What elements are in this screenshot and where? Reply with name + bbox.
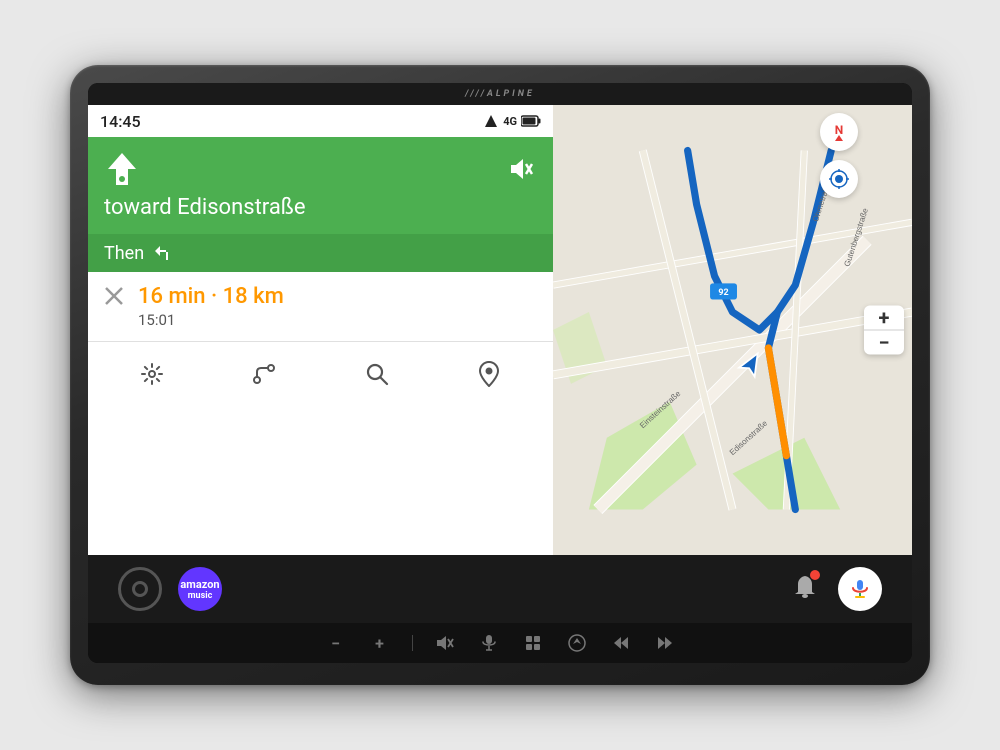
battery-icon xyxy=(521,115,541,127)
next-track-button[interactable] xyxy=(653,636,677,650)
android-left: amazon music xyxy=(118,567,222,611)
up-arrow-icon xyxy=(106,151,138,187)
music-label: music xyxy=(188,591,213,601)
clock: 14:45 xyxy=(100,112,141,131)
cancel-icon xyxy=(104,286,124,306)
amazon-music-button[interactable]: amazon music xyxy=(178,567,222,611)
amazon-icon: amazon xyxy=(180,578,219,591)
pin-icon xyxy=(478,361,500,387)
eta-row: 16 min · 18 km 15:01 xyxy=(88,272,553,341)
turn-left-icon xyxy=(154,242,180,264)
route-icon xyxy=(252,362,276,386)
zoom-controls: + − xyxy=(864,306,904,355)
map-background: 92 Ohmetraße Gut xyxy=(553,105,912,555)
vol-up-button[interactable]: + xyxy=(368,634,392,653)
locate-button[interactable] xyxy=(820,160,858,198)
alpine-logo: ////ALPINE xyxy=(465,89,535,99)
grid-button[interactable] xyxy=(521,635,545,651)
main-screen: 14:45 4G xyxy=(88,105,912,623)
north-button[interactable]: N xyxy=(820,113,858,151)
mute-icon xyxy=(509,158,533,180)
physical-bar: − + xyxy=(88,623,912,663)
4g-icon: 4G xyxy=(503,115,517,128)
location-button[interactable] xyxy=(467,352,511,396)
search-icon xyxy=(365,362,389,386)
map-svg: 92 Ohmetraße Gut xyxy=(553,105,912,555)
google-assistant-button[interactable] xyxy=(838,567,882,611)
direction-arrow xyxy=(104,151,140,187)
nav-card-top xyxy=(104,151,537,187)
arrival-time: 15:01 xyxy=(138,311,537,329)
status-icons: 4G xyxy=(483,114,541,128)
zoom-in-button[interactable]: + xyxy=(864,306,904,330)
then-label: Then xyxy=(104,243,144,264)
map-area: 92 Ohmetraße Gut xyxy=(553,105,912,555)
location-icon xyxy=(828,168,850,190)
top-bar: ////ALPINE xyxy=(88,83,912,105)
notifications-button[interactable] xyxy=(792,572,818,607)
next-icon xyxy=(656,636,674,650)
search-button[interactable] xyxy=(355,352,399,396)
north-label: N xyxy=(835,123,843,141)
nav-area: 14:45 4G xyxy=(88,105,912,555)
settings-icon xyxy=(140,362,164,386)
nav-header: 14:45 4G xyxy=(88,105,553,137)
eta-info: 16 min · 18 km 15:01 xyxy=(138,284,537,329)
mic-icon xyxy=(482,634,496,652)
android-bar: amazon music xyxy=(88,555,912,623)
then-row: Then xyxy=(88,234,553,272)
zoom-group: + − xyxy=(864,306,904,355)
prev-icon xyxy=(612,636,630,650)
google-mic-icon xyxy=(849,578,871,600)
cancel-button[interactable] xyxy=(104,286,124,311)
nav-circle-button[interactable] xyxy=(565,634,589,652)
mute-fav-icon xyxy=(436,635,454,651)
nav-circle-icon xyxy=(568,634,586,652)
screen: ////ALPINE 14:45 4G xyxy=(88,83,912,663)
street-name: toward Edisonstraße xyxy=(104,195,537,220)
grid-icon xyxy=(525,635,541,651)
signal-icon xyxy=(483,114,499,128)
mute-fav-button[interactable] xyxy=(433,635,457,651)
route-button[interactable] xyxy=(242,352,286,396)
android-right xyxy=(792,567,882,611)
compass-n: N xyxy=(835,123,843,137)
vol-down-button[interactable]: − xyxy=(324,634,348,653)
home-button[interactable] xyxy=(118,567,162,611)
home-icon xyxy=(132,581,148,597)
svg-text:92: 92 xyxy=(718,288,728,298)
mute-button[interactable] xyxy=(505,153,537,185)
nav-panel: 14:45 4G xyxy=(88,105,553,555)
prev-track-button[interactable] xyxy=(609,636,633,650)
eta-duration: 16 min · 18 km xyxy=(138,284,537,309)
notification-dot xyxy=(810,570,820,580)
nav-card: toward Edisonstraße xyxy=(88,137,553,234)
action-bar xyxy=(88,341,553,406)
settings-button[interactable] xyxy=(130,352,174,396)
device: ////ALPINE 14:45 4G xyxy=(70,65,930,685)
zoom-out-button[interactable]: − xyxy=(864,331,904,355)
voice-button[interactable] xyxy=(477,634,501,652)
